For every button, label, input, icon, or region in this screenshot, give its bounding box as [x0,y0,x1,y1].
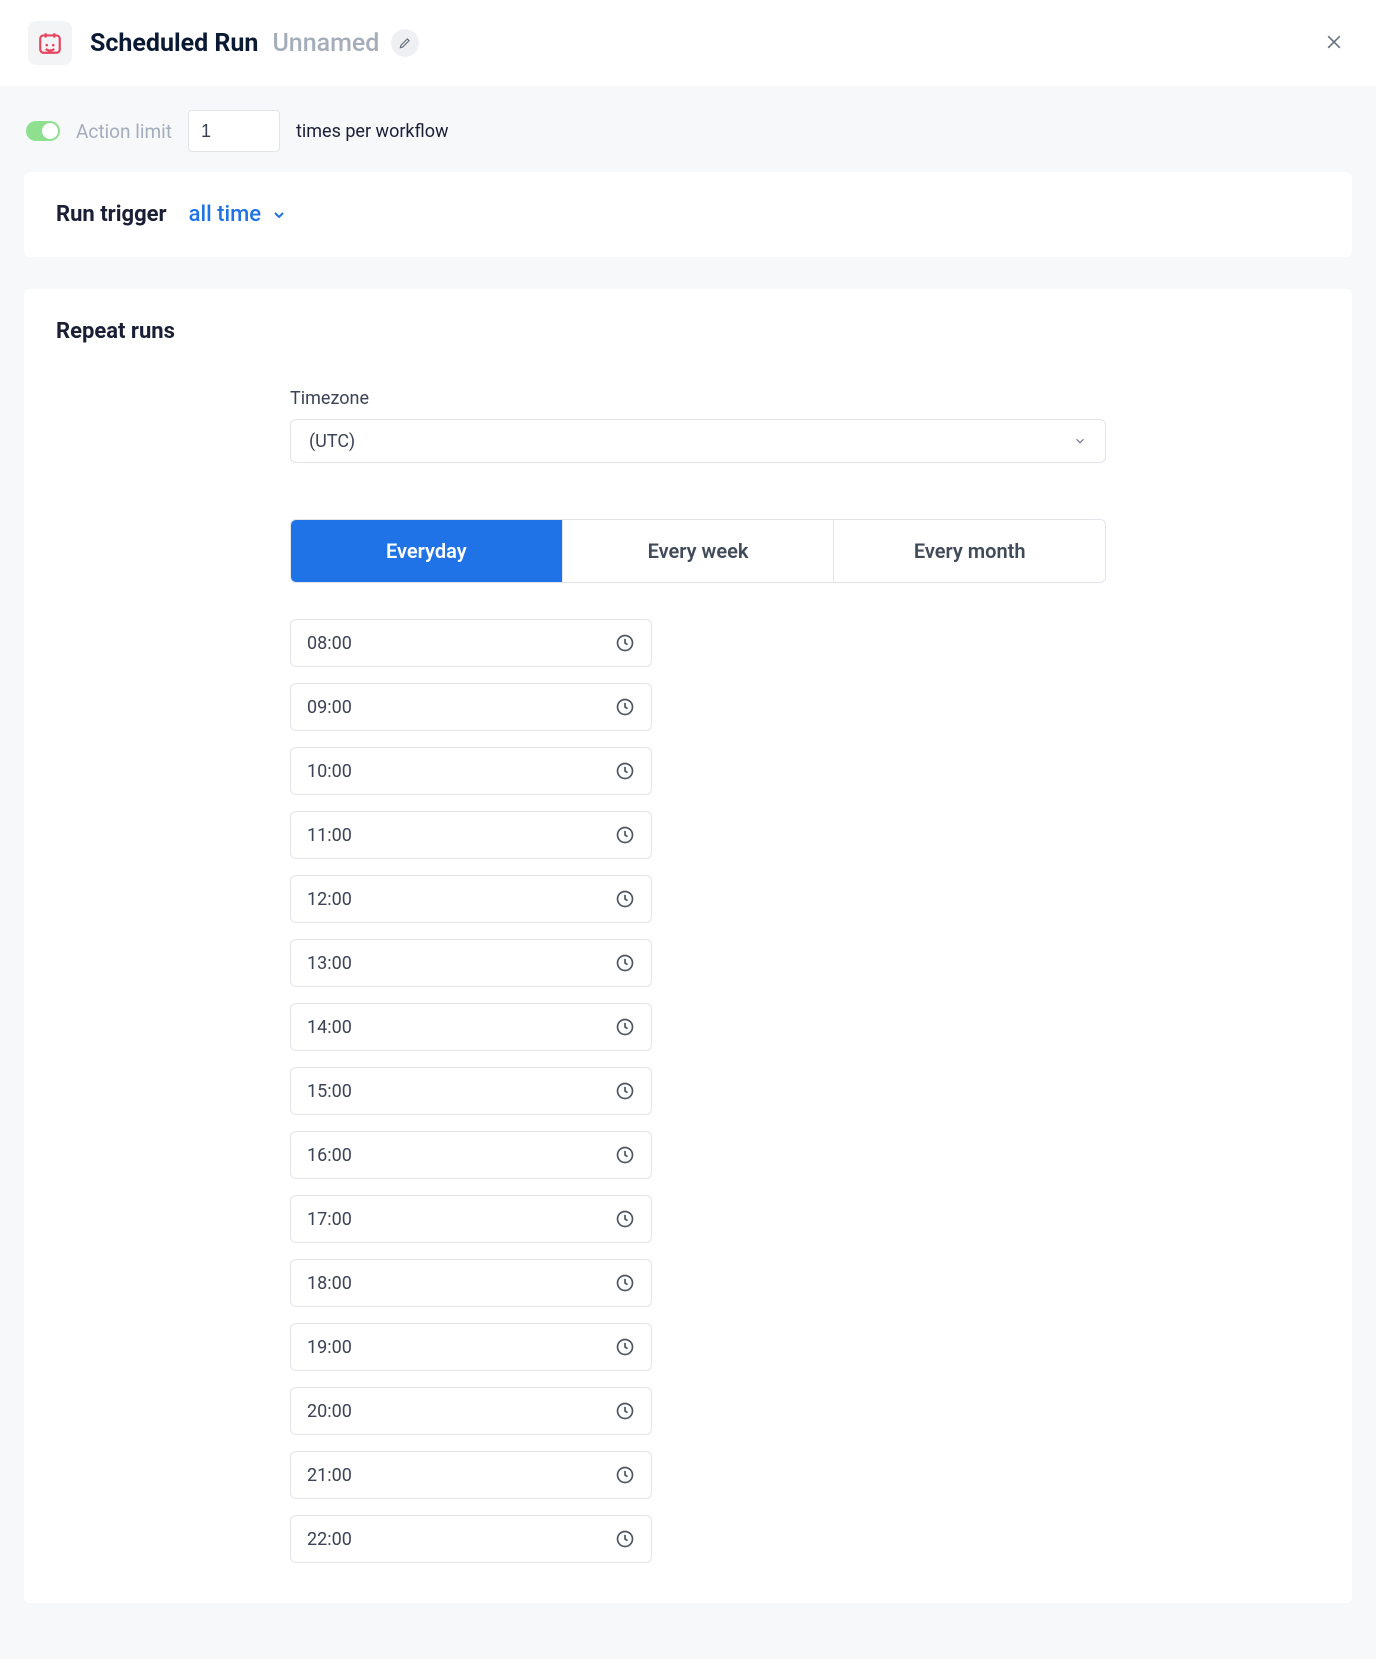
pencil-icon [398,36,412,50]
time-slot-label: 21:00 [307,1465,352,1486]
close-button[interactable] [1320,28,1348,56]
time-slot[interactable]: 16:00 [290,1131,652,1179]
time-slot-label: 16:00 [307,1145,352,1166]
run-trigger-dropdown[interactable]: all time [189,202,287,227]
time-slot[interactable]: 14:00 [290,1003,652,1051]
time-slot-label: 22:00 [307,1529,352,1550]
calendar-icon [37,30,63,56]
clock-icon [615,633,635,653]
clock-icon [615,761,635,781]
clock-icon [615,697,635,717]
page-subtitle: Unnamed [272,29,379,58]
clock-icon [615,1401,635,1421]
clock-icon [615,1337,635,1357]
action-limit-suffix: times per workflow [296,121,449,142]
time-slot-label: 17:00 [307,1209,352,1230]
time-slot-label: 18:00 [307,1273,352,1294]
time-slot[interactable]: 20:00 [290,1387,652,1435]
repeat-form: Timezone (UTC) Everyday Every week Every… [290,388,1106,1563]
clock-icon [615,1017,635,1037]
action-limit-label: Action limit [76,120,172,143]
run-trigger-row: Run trigger all time [56,202,1320,227]
clock-icon [615,1145,635,1165]
time-slot-label: 14:00 [307,1017,352,1038]
time-slot[interactable]: 17:00 [290,1195,652,1243]
edit-title-button[interactable] [391,29,419,57]
timezone-label: Timezone [290,388,1106,409]
clock-icon [615,1465,635,1485]
time-slot-label: 09:00 [307,697,352,718]
run-trigger-value: all time [189,202,261,227]
time-slot-label: 20:00 [307,1401,352,1422]
timezone-value: (UTC) [309,431,355,452]
time-slot-label: 10:00 [307,761,352,782]
time-slot-label: 15:00 [307,1081,352,1102]
clock-icon [615,1273,635,1293]
toggle-knob [42,123,58,139]
time-slot-label: 13:00 [307,953,352,974]
repeat-runs-card: Repeat runs Timezone (UTC) Everyday Ever… [24,289,1352,1603]
clock-icon [615,953,635,973]
time-slot-label: 08:00 [307,633,352,654]
time-slot-label: 11:00 [307,825,352,846]
close-icon [1324,32,1344,52]
time-slot[interactable]: 21:00 [290,1451,652,1499]
chevron-down-icon [271,207,287,223]
time-slot-label: 12:00 [307,889,352,910]
time-slot[interactable]: 11:00 [290,811,652,859]
time-slot[interactable]: 22:00 [290,1515,652,1563]
clock-icon [615,889,635,909]
timezone-select[interactable]: (UTC) [290,419,1106,463]
clock-icon [615,1081,635,1101]
modal-header: Scheduled Run Unnamed [0,0,1376,86]
action-limit-toggle[interactable] [26,121,60,141]
time-slot[interactable]: 09:00 [290,683,652,731]
time-slot[interactable]: 19:00 [290,1323,652,1371]
time-slot[interactable]: 15:00 [290,1067,652,1115]
clock-icon [615,1529,635,1549]
tab-every-month[interactable]: Every month [833,520,1105,582]
time-slot[interactable]: 08:00 [290,619,652,667]
time-slot[interactable]: 10:00 [290,747,652,795]
time-slot[interactable]: 12:00 [290,875,652,923]
time-slot[interactable]: 18:00 [290,1259,652,1307]
run-trigger-card: Run trigger all time [24,172,1352,257]
action-limit-row: Action limit times per workflow [24,110,1352,152]
run-trigger-label: Run trigger [56,202,167,227]
time-slot[interactable]: 13:00 [290,939,652,987]
tab-every-week[interactable]: Every week [562,520,834,582]
clock-icon [615,1209,635,1229]
chevron-down-icon [1073,434,1087,448]
tab-everyday[interactable]: Everyday [291,520,562,582]
scheduled-run-icon [28,21,72,65]
clock-icon [615,825,635,845]
frequency-tabs: Everyday Every week Every month [290,519,1106,583]
modal-body: Action limit times per workflow Run trig… [0,86,1376,1659]
repeat-runs-label: Repeat runs [56,319,1320,344]
time-slot-label: 19:00 [307,1337,352,1358]
time-list: 08:00 09:00 10:00 11:00 12:00 13:00 14:00 15:00… [290,619,652,1563]
page-title: Scheduled Run [90,29,258,58]
action-limit-input[interactable] [188,110,280,152]
